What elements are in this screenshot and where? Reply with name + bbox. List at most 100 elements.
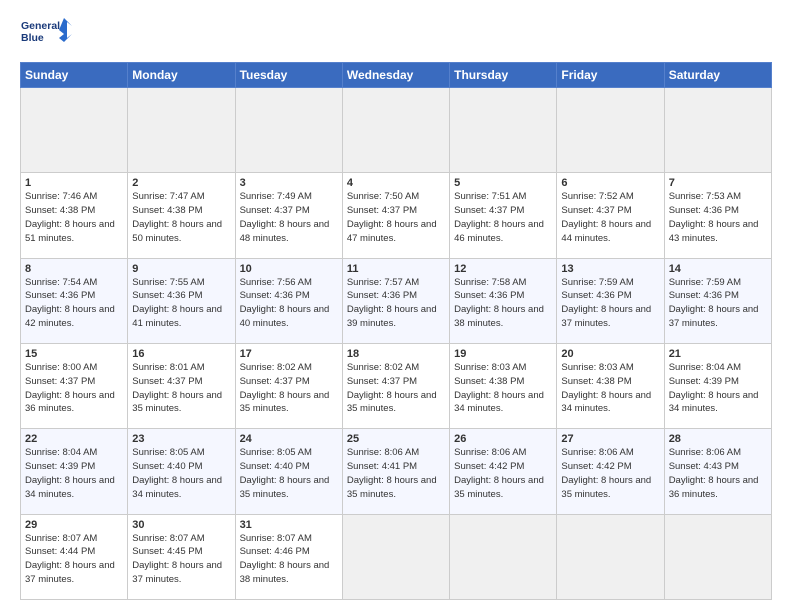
day-number: 17: [240, 348, 338, 360]
day-number: 6: [561, 177, 659, 189]
calendar-week-row: 29 Sunrise: 8:07 AMSunset: 4:44 PMDayligh…: [21, 514, 772, 599]
calendar-cell: 6Sunrise: 7:52 AMSunset: 4:37 PMDaylight…: [557, 173, 664, 258]
logo-svg: General Blue: [20, 16, 72, 52]
calendar-cell: 10 Sunrise: 7:56 AMSunset: 4:36 PMDayligh…: [235, 258, 342, 343]
day-number: 10: [240, 263, 338, 275]
page-container: General Blue SundayMondayTuesdayWednesda…: [0, 0, 792, 612]
cell-content: Sunrise: 8:03 AMSunset: 4:38 PMDaylight:…: [454, 362, 544, 414]
cell-content: Sunrise: 8:06 AMSunset: 4:41 PMDaylight:…: [347, 447, 437, 499]
calendar-cell: [235, 88, 342, 173]
cell-content: Sunrise: 8:03 AMSunset: 4:38 PMDaylight:…: [561, 362, 651, 414]
day-number: 25: [347, 433, 445, 445]
day-number: 26: [454, 433, 552, 445]
day-number: 21: [669, 348, 767, 360]
calendar-cell: [664, 88, 771, 173]
day-number: 3: [240, 177, 338, 189]
calendar-cell: 31 Sunrise: 8:07 AMSunset: 4:46 PMDayligh…: [235, 514, 342, 599]
calendar-day-header: Saturday: [664, 63, 771, 88]
day-number: 29: [25, 519, 123, 531]
calendar-week-row: 1 Sunrise: 7:46 AMSunset: 4:38 PMDaylight…: [21, 173, 772, 258]
calendar-cell: 22 Sunrise: 8:04 AMSunset: 4:39 PMDayligh…: [21, 429, 128, 514]
calendar-cell: 19Sunrise: 8:03 AMSunset: 4:38 PMDayligh…: [450, 343, 557, 428]
day-number: 11: [347, 263, 445, 275]
calendar-cell: 23Sunrise: 8:05 AMSunset: 4:40 PMDayligh…: [128, 429, 235, 514]
day-number: 15: [25, 348, 123, 360]
day-number: 2: [132, 177, 230, 189]
calendar-week-row: [21, 88, 772, 173]
day-number: 16: [132, 348, 230, 360]
calendar-cell: 30 Sunrise: 8:07 AMSunset: 4:45 PMDayligh…: [128, 514, 235, 599]
day-number: 28: [669, 433, 767, 445]
calendar-cell: 8 Sunrise: 7:54 AMSunset: 4:36 PMDaylight…: [21, 258, 128, 343]
calendar-cell: [450, 88, 557, 173]
day-number: 18: [347, 348, 445, 360]
calendar-cell: 5Sunrise: 7:51 AMSunset: 4:37 PMDaylight…: [450, 173, 557, 258]
cell-content: Sunrise: 7:46 AMSunset: 4:38 PMDaylight:…: [25, 191, 115, 243]
cell-content: Sunrise: 8:05 AMSunset: 4:40 PMDaylight:…: [132, 447, 222, 499]
cell-content: Sunrise: 7:58 AMSunset: 4:36 PMDaylight:…: [454, 277, 544, 329]
calendar-cell: [557, 514, 664, 599]
calendar-cell: 29 Sunrise: 8:07 AMSunset: 4:44 PMDayligh…: [21, 514, 128, 599]
day-number: 9: [132, 263, 230, 275]
calendar-day-header: Friday: [557, 63, 664, 88]
cell-content: Sunrise: 7:53 AMSunset: 4:36 PMDaylight:…: [669, 191, 759, 243]
day-number: 27: [561, 433, 659, 445]
calendar-cell: 17Sunrise: 8:02 AMSunset: 4:37 PMDayligh…: [235, 343, 342, 428]
cell-content: Sunrise: 8:06 AMSunset: 4:43 PMDaylight:…: [669, 447, 759, 499]
calendar-week-row: 8 Sunrise: 7:54 AMSunset: 4:36 PMDaylight…: [21, 258, 772, 343]
day-number: 20: [561, 348, 659, 360]
calendar-cell: 3Sunrise: 7:49 AMSunset: 4:37 PMDaylight…: [235, 173, 342, 258]
calendar-cell: [664, 514, 771, 599]
cell-content: Sunrise: 8:07 AMSunset: 4:46 PMDaylight:…: [240, 533, 330, 585]
cell-content: Sunrise: 8:00 AMSunset: 4:37 PMDaylight:…: [25, 362, 115, 414]
calendar-cell: 26 Sunrise: 8:06 AMSunset: 4:42 PMDayligh…: [450, 429, 557, 514]
calendar-day-header: Tuesday: [235, 63, 342, 88]
cell-content: Sunrise: 8:01 AMSunset: 4:37 PMDaylight:…: [132, 362, 222, 414]
day-number: 14: [669, 263, 767, 275]
calendar-cell: 24 Sunrise: 8:05 AMSunset: 4:40 PMDayligh…: [235, 429, 342, 514]
calendar-cell: [450, 514, 557, 599]
day-number: 4: [347, 177, 445, 189]
day-number: 12: [454, 263, 552, 275]
day-number: 24: [240, 433, 338, 445]
day-number: 30: [132, 519, 230, 531]
calendar-cell: 15 Sunrise: 8:00 AMSunset: 4:37 PMDayligh…: [21, 343, 128, 428]
calendar-week-row: 22 Sunrise: 8:04 AMSunset: 4:39 PMDayligh…: [21, 429, 772, 514]
page-header: General Blue: [20, 16, 772, 52]
day-number: 1: [25, 177, 123, 189]
calendar-cell: 4 Sunrise: 7:50 AMSunset: 4:37 PMDaylight…: [342, 173, 449, 258]
cell-content: Sunrise: 7:57 AMSunset: 4:36 PMDaylight:…: [347, 277, 437, 329]
calendar-table: SundayMondayTuesdayWednesdayThursdayFrid…: [20, 62, 772, 600]
cell-content: Sunrise: 8:06 AMSunset: 4:42 PMDaylight:…: [561, 447, 651, 499]
logo: General Blue: [20, 16, 72, 52]
cell-content: Sunrise: 8:04 AMSunset: 4:39 PMDaylight:…: [669, 362, 759, 414]
cell-content: Sunrise: 7:56 AMSunset: 4:36 PMDaylight:…: [240, 277, 330, 329]
cell-content: Sunrise: 8:07 AMSunset: 4:45 PMDaylight:…: [132, 533, 222, 585]
calendar-day-header: Wednesday: [342, 63, 449, 88]
calendar-cell: [342, 88, 449, 173]
cell-content: Sunrise: 8:04 AMSunset: 4:39 PMDaylight:…: [25, 447, 115, 499]
day-number: 8: [25, 263, 123, 275]
calendar-cell: 2Sunrise: 7:47 AMSunset: 4:38 PMDaylight…: [128, 173, 235, 258]
calendar-cell: 9 Sunrise: 7:55 AMSunset: 4:36 PMDaylight…: [128, 258, 235, 343]
day-number: 31: [240, 519, 338, 531]
cell-content: Sunrise: 8:05 AMSunset: 4:40 PMDaylight:…: [240, 447, 330, 499]
calendar-cell: [21, 88, 128, 173]
cell-content: Sunrise: 8:02 AMSunset: 4:37 PMDaylight:…: [347, 362, 437, 414]
cell-content: Sunrise: 7:59 AMSunset: 4:36 PMDaylight:…: [669, 277, 759, 329]
day-number: 5: [454, 177, 552, 189]
cell-content: Sunrise: 7:50 AMSunset: 4:37 PMDaylight:…: [347, 191, 437, 243]
calendar-week-row: 15 Sunrise: 8:00 AMSunset: 4:37 PMDayligh…: [21, 343, 772, 428]
cell-content: Sunrise: 7:59 AMSunset: 4:36 PMDaylight:…: [561, 277, 651, 329]
cell-content: Sunrise: 7:55 AMSunset: 4:36 PMDaylight:…: [132, 277, 222, 329]
calendar-cell: 27 Sunrise: 8:06 AMSunset: 4:42 PMDayligh…: [557, 429, 664, 514]
day-number: 22: [25, 433, 123, 445]
cell-content: Sunrise: 8:07 AMSunset: 4:44 PMDaylight:…: [25, 533, 115, 585]
cell-content: Sunrise: 7:54 AMSunset: 4:36 PMDaylight:…: [25, 277, 115, 329]
calendar-cell: [557, 88, 664, 173]
svg-text:Blue: Blue: [21, 32, 44, 44]
day-number: 7: [669, 177, 767, 189]
calendar-cell: 14 Sunrise: 7:59 AMSunset: 4:36 PMDayligh…: [664, 258, 771, 343]
cell-content: Sunrise: 8:06 AMSunset: 4:42 PMDaylight:…: [454, 447, 544, 499]
calendar-cell: 20 Sunrise: 8:03 AMSunset: 4:38 PMDayligh…: [557, 343, 664, 428]
